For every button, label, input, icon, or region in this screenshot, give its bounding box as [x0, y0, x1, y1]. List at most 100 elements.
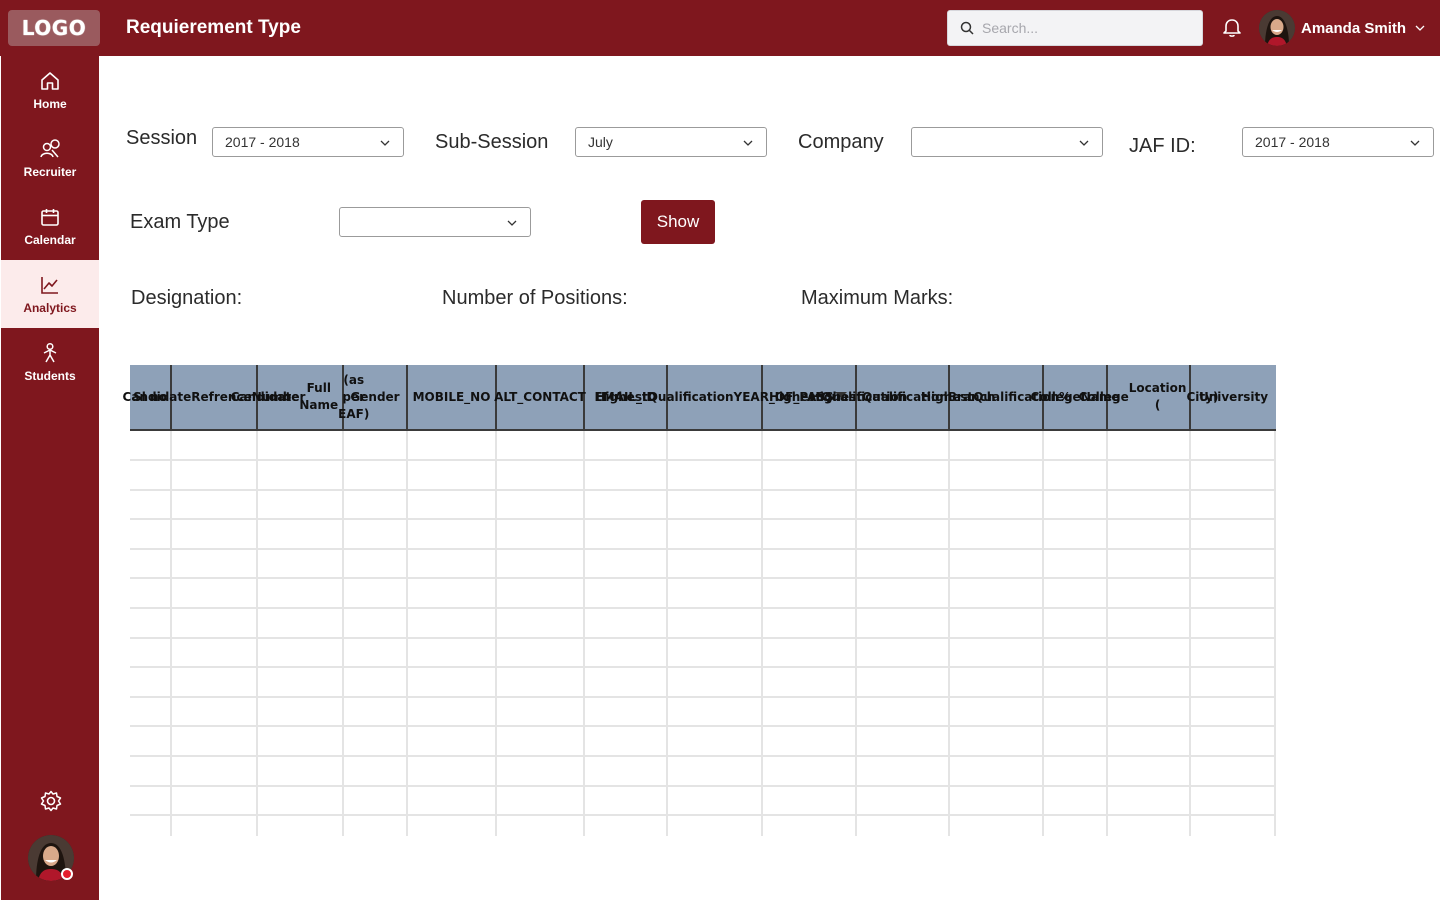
chevron-down-icon — [1079, 140, 1089, 146]
column-header-text: Candidate — [230, 389, 300, 404]
grid-column-line — [342, 431, 344, 836]
sidebar-item-students[interactable]: Students — [1, 328, 99, 396]
show-button[interactable]: Show — [641, 200, 715, 244]
subsession-value: July — [588, 134, 613, 150]
sidebar-item-label: Recruiter — [23, 164, 77, 179]
grid-column-line — [1189, 431, 1191, 836]
column-header-text: Full Name — [299, 381, 339, 412]
home-icon — [41, 71, 59, 90]
user-menu[interactable]: Amanda Smith — [1259, 10, 1426, 46]
column-header-text: Qualification — [647, 389, 734, 404]
column-header[interactable]: MOBILE_NO — [408, 365, 497, 429]
column-header-text: Location ( — [1128, 381, 1187, 412]
chevron-down-icon — [743, 140, 753, 146]
table-row — [130, 814, 1276, 816]
grid-column-line — [583, 431, 585, 836]
column-header-text: Highest — [809, 389, 863, 404]
sidebar-item-calendar[interactable]: Calendar — [1, 192, 99, 260]
column-header-text: College — [1030, 389, 1081, 404]
table-row — [130, 577, 1276, 579]
table-row — [130, 637, 1276, 639]
sidebar-item-recruiter[interactable]: Recruiter — [1, 124, 99, 192]
grid-column-line — [1274, 431, 1276, 836]
logo-text: LOGO — [21, 16, 87, 40]
gear-icon[interactable] — [39, 789, 63, 813]
table-row — [130, 459, 1276, 461]
sidebar-item-label: Students — [24, 368, 76, 383]
jaf-id-value: 2017 - 2018 — [1255, 134, 1330, 150]
grid-column-line — [1042, 431, 1044, 836]
table-row — [130, 489, 1276, 491]
table-row — [130, 785, 1276, 787]
exam-type-label: Exam Type — [130, 211, 230, 233]
max-marks-label: Maximum Marks: — [801, 287, 954, 309]
table-header: Sl no Candidate Refrence Number Candidate Ful… — [123, 365, 1276, 431]
search-icon — [960, 21, 974, 35]
user-name: Amanda Smith — [1301, 19, 1407, 37]
positions-label: Number of Positions: — [442, 287, 628, 309]
column-header[interactable]: Gender — [344, 365, 408, 429]
table-row — [130, 607, 1276, 609]
page-title: Requierement Type — [126, 17, 301, 38]
grid-column-line — [855, 431, 857, 836]
column-header[interactable]: Candidate Full Name (as per EAF) — [231, 365, 369, 429]
grid-column-line — [666, 431, 668, 836]
recruiter-icon — [40, 138, 60, 157]
designation-label: Designation: — [131, 287, 243, 309]
jaf-id-select[interactable]: 2017 - 2018 — [1242, 127, 1434, 157]
column-header-text: Highest — [920, 389, 974, 404]
profile-avatar[interactable] — [28, 835, 74, 881]
chevron-down-icon[interactable] — [1414, 22, 1426, 34]
sidebar-item-analytics[interactable]: Analytics — [1, 260, 99, 328]
subsession-select[interactable]: July — [575, 127, 767, 157]
chevron-down-icon — [380, 140, 390, 146]
table-row — [130, 725, 1276, 727]
column-header[interactable]: ALT_CONTAC T — [494, 365, 586, 429]
sidebar-item-label: Analytics — [23, 300, 77, 315]
grid-column-line — [1106, 431, 1108, 836]
status-indicator — [61, 868, 73, 880]
grid-column-line — [948, 431, 950, 836]
search-box[interactable] — [947, 10, 1203, 46]
grid-column-line — [406, 431, 408, 836]
column-header[interactable]: Highest Qualification YEAR_OF_PAS S — [595, 365, 834, 429]
analytics-icon — [41, 276, 58, 294]
chevron-down-icon — [1410, 140, 1420, 146]
grid-column-line — [761, 431, 763, 836]
grid-column-line — [256, 431, 258, 836]
subsession-label: Sub-Session — [435, 131, 549, 153]
column-header-text: University — [1198, 389, 1269, 404]
bell-icon[interactable] — [1221, 17, 1243, 39]
sidebar-item-label: Calendar — [24, 232, 76, 247]
logo[interactable]: LOGO — [8, 10, 100, 46]
session-label: Session — [126, 127, 198, 149]
table-row — [130, 666, 1276, 668]
avatar[interactable] — [1259, 10, 1295, 46]
search-input[interactable] — [982, 20, 1192, 36]
top-bar: LOGO Requierement Type Amanda Smith — [0, 0, 1440, 56]
sidebar-item-label: Home — [33, 96, 67, 111]
table-row — [130, 696, 1276, 698]
company-label: Company — [798, 131, 884, 153]
column-header[interactable]: College Location (City) — [1079, 365, 1218, 429]
table-row — [130, 518, 1276, 520]
sidebar: Home Recruiter Calendar Analytics Studen… — [0, 56, 100, 900]
students-icon — [43, 342, 57, 362]
table-row — [130, 548, 1276, 550]
session-select[interactable]: 2017 - 2018 — [212, 127, 404, 157]
calendar-icon — [41, 208, 59, 226]
column-header-text: Candidate — [122, 389, 192, 404]
column-header-text: ALT_CONTAC — [494, 389, 578, 404]
column-header[interactable]: University — [1191, 365, 1276, 429]
exam-type-select[interactable] — [339, 207, 531, 237]
column-header-text: MOBILE_NO — [412, 389, 491, 404]
sidebar-item-home[interactable]: Home — [1, 56, 99, 124]
column-header-text: Gender — [350, 389, 400, 404]
column-header-text: Highest — [595, 389, 648, 404]
column-header-text: College — [1078, 389, 1129, 404]
session-value: 2017 - 2018 — [225, 134, 300, 150]
grid-column-line — [170, 431, 172, 836]
grid-column-line — [495, 431, 497, 836]
company-select[interactable] — [911, 127, 1103, 157]
chevron-down-icon — [507, 220, 517, 226]
